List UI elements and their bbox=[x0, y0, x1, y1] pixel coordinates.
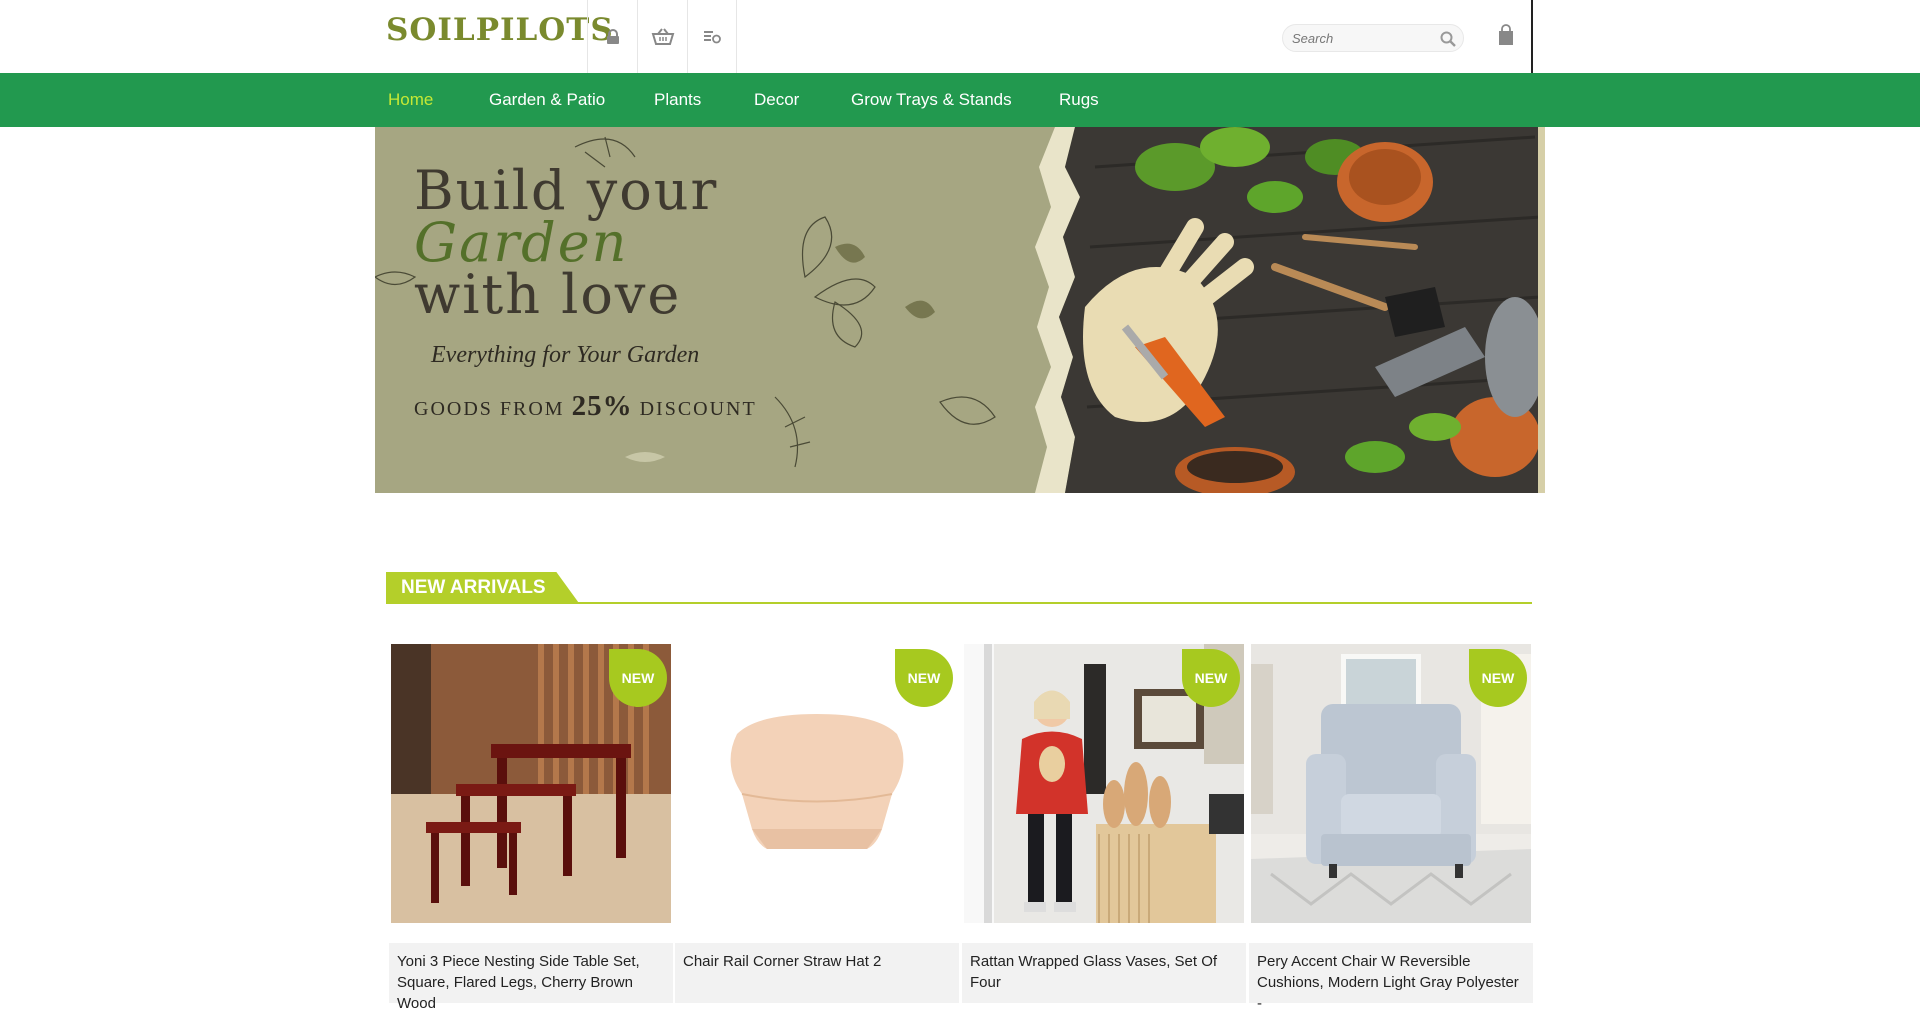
nav-item-home[interactable]: Home bbox=[388, 73, 433, 127]
new-badge: NEW bbox=[1469, 649, 1527, 707]
main-nav: Home Garden & Patio Plants Decor Grow Tr… bbox=[0, 73, 1920, 127]
hero-title-line1: Build your bbox=[414, 159, 719, 222]
list-icon bbox=[704, 30, 721, 43]
basket-button[interactable] bbox=[637, 0, 687, 73]
product-card[interactable]: NEW Chair Rail Corner Straw Hat 2 bbox=[675, 644, 959, 1003]
search-box bbox=[1282, 24, 1464, 52]
nav-item-garden-patio[interactable]: Garden & Patio bbox=[489, 73, 605, 127]
hero-discount-suffix: DISCOUNT bbox=[639, 398, 757, 420]
new-badge: NEW bbox=[609, 649, 667, 707]
product-title[interactable]: Chair Rail Corner Straw Hat 2 bbox=[675, 943, 959, 1003]
new-badge: NEW bbox=[895, 649, 953, 707]
login-button[interactable] bbox=[587, 0, 637, 73]
new-badge: NEW bbox=[1182, 649, 1240, 707]
product-card[interactable]: NEW Pery Accent Chair W Reversible Cushi… bbox=[1249, 644, 1533, 1012]
search-icon[interactable] bbox=[1439, 30, 1457, 48]
compare-list-button[interactable] bbox=[687, 0, 737, 73]
section-title: NEW ARRIVALS bbox=[386, 572, 580, 604]
product-image[interactable]: NEW bbox=[1251, 644, 1531, 923]
nav-item-plants[interactable]: Plants bbox=[654, 73, 701, 127]
search-input[interactable] bbox=[1283, 25, 1433, 51]
hero-title-line2: Garden bbox=[414, 211, 629, 274]
nav-item-grow-trays-stands[interactable]: Grow Trays & Stands bbox=[851, 73, 1012, 127]
hero-banner[interactable]: Build your Garden with love Everything f… bbox=[375, 127, 1545, 493]
product-title[interactable]: Yoni 3 Piece Nesting Side Table Set, Squ… bbox=[389, 943, 673, 1012]
product-image[interactable]: NEW bbox=[391, 644, 671, 923]
nav-item-decor[interactable]: Decor bbox=[754, 73, 799, 127]
bag-icon[interactable] bbox=[1497, 24, 1515, 46]
header-divider bbox=[1531, 0, 1533, 73]
product-image[interactable]: NEW bbox=[677, 644, 957, 923]
lock-icon bbox=[606, 28, 619, 44]
hero-subtitle: Everything for Your Garden bbox=[431, 342, 700, 368]
product-title[interactable]: Pery Accent Chair W Reversible Cushions,… bbox=[1249, 943, 1533, 1012]
product-card[interactable]: NEW Yoni 3 Piece Nesting Side Table Set,… bbox=[389, 644, 673, 1012]
nav-item-rugs[interactable]: Rugs bbox=[1059, 73, 1099, 127]
new-arrivals-header: NEW ARRIVALS bbox=[386, 572, 1532, 604]
product-card[interactable]: NEW Rattan Wrapped Glass Vases, Set Of F… bbox=[962, 644, 1246, 1003]
basket-icon bbox=[651, 27, 674, 45]
product-image[interactable]: NEW bbox=[964, 644, 1244, 923]
hero-discount-prefix: GOODS FROM bbox=[414, 398, 565, 420]
hero-discount-value: 25% bbox=[571, 390, 633, 422]
hero-title-line3: with love bbox=[414, 263, 682, 326]
hero-discount: GOODS FROM 25% DISCOUNT bbox=[414, 390, 757, 423]
product-title[interactable]: Rattan Wrapped Glass Vases, Set Of Four bbox=[962, 943, 1246, 1003]
hero-title: Build your Garden with love bbox=[414, 159, 719, 326]
top-header: SOILPILOTS bbox=[0, 0, 1920, 73]
site-logo[interactable]: SOILPILOTS bbox=[386, 12, 614, 48]
